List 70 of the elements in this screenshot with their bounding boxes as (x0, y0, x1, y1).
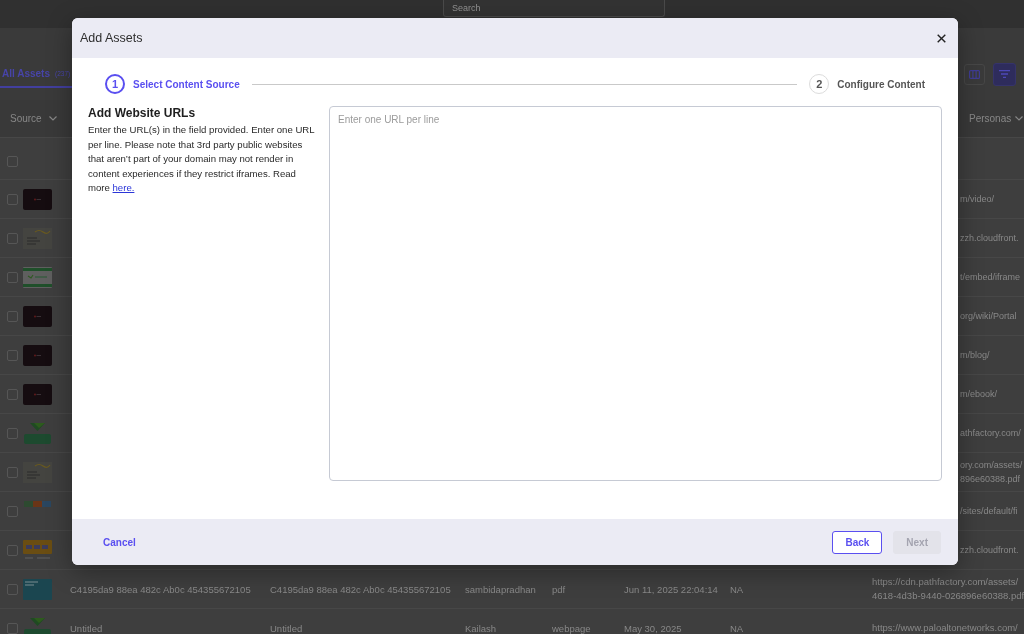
row-checkbox[interactable] (7, 156, 18, 167)
step-number: 2 (809, 74, 830, 94)
thumbnail-image (24, 501, 51, 507)
row-checkbox[interactable] (7, 232, 18, 244)
modal-title: Add Assets (80, 31, 143, 45)
row-checkbox[interactable] (7, 466, 18, 478)
table-cell-text: pdf (552, 583, 567, 595)
url-cell-text: m/ebook/ (960, 388, 999, 401)
personas-header[interactable]: Personas (969, 113, 1024, 124)
table-cell-text: Untitled (270, 622, 304, 634)
row-checkbox[interactable] (7, 427, 18, 439)
url-cell-text: zzh.cloudfront. (960, 232, 1020, 245)
thumbnail-image (23, 344, 52, 366)
chevron-down-icon (48, 116, 57, 121)
thumbnail-image (23, 422, 52, 444)
row-checkbox[interactable] (7, 622, 18, 634)
thumbnail-image (23, 188, 52, 210)
url-cell-text: org/wiki/Portal (960, 310, 1018, 323)
table-cell-text: May 30, 2025 (624, 622, 683, 634)
thumbnail-image (23, 227, 52, 249)
url-cell-text: zzh.cloudfront. (960, 544, 1020, 557)
url-cell: https://cdn.pathfactory.com/assets/ 4618-4d3b-9440-026896e60388.pdf (872, 575, 1024, 603)
url-cell-text: t/embed/iframe (960, 271, 1022, 284)
cancel-button[interactable]: Cancel (103, 536, 136, 548)
url-cell-text: m/video/ (960, 193, 995, 206)
url-cell-text: https://www.paloaltonetworks.com/ (872, 621, 1019, 634)
thumbnail-image (23, 266, 52, 288)
url-input-field[interactable]: Enter one URL per line (329, 106, 942, 481)
instructions-text: Enter the URL(s) in the field provided. Enter one URL per line. Please note that 3rd party public websites that aren’t part of your domain may not render in content experiences if they restrict iframes. Read more here. (88, 123, 316, 195)
table-cell-text: C4195da9 88ea 482c Ab0c 454355672105 (70, 583, 252, 595)
row-checkbox[interactable] (7, 388, 18, 400)
row-checkbox[interactable] (7, 271, 18, 283)
thumbnail-image (23, 578, 52, 600)
row-checkbox[interactable] (7, 505, 18, 517)
columns-icon (969, 69, 980, 79)
table-cell-text: NA (730, 583, 745, 595)
table-cell-text: webpage (552, 622, 592, 634)
step-number: 1 (105, 74, 125, 94)
thumbnail-image (23, 461, 52, 483)
table-cell-text: NA (730, 622, 745, 634)
row-checkbox[interactable] (7, 349, 18, 361)
table-cell-text: sambidapradhan (465, 583, 537, 595)
thumbnail-image (23, 539, 52, 561)
step-label: Select Content Source (133, 78, 240, 90)
source-header[interactable]: Source (10, 113, 57, 124)
here-link[interactable]: here. (112, 182, 135, 193)
table-cell-text: Untitled (70, 622, 104, 634)
table-cell-text: C4195da9 88ea 482c Ab0c 454355672105 (270, 583, 452, 595)
thumbnail-image (23, 383, 52, 405)
url-cell-text: /sites/default/fi (960, 505, 1019, 518)
row-checkbox[interactable] (7, 544, 18, 556)
thumbnail-image (23, 617, 52, 634)
url-cell-text: m/blog/ (960, 349, 991, 362)
filter-button[interactable] (993, 62, 1016, 86)
close-icon (937, 33, 946, 43)
filter-icon (999, 70, 1010, 78)
row-checkbox[interactable] (7, 193, 18, 205)
back-button[interactable]: Back (832, 530, 883, 554)
url-cell-text: ory.com/assets/ 896e60388.pdf (960, 459, 1024, 486)
chevron-down-icon (1015, 116, 1024, 121)
url-cell-text: athfactory.com/ (960, 427, 1022, 440)
table-cell-text: Jun 11, 2025 22:04:14 (624, 583, 719, 595)
search-field[interactable]: Search (443, 0, 665, 17)
row-checkbox[interactable] (7, 310, 18, 322)
table-cell-text: Kailash (465, 622, 498, 634)
section-heading: Add Website URLs (88, 106, 197, 121)
thumbnail-image (23, 305, 52, 327)
row-checkbox[interactable] (7, 583, 18, 595)
step-label: Configure Content (837, 78, 925, 90)
columns-button[interactable] (964, 63, 985, 85)
